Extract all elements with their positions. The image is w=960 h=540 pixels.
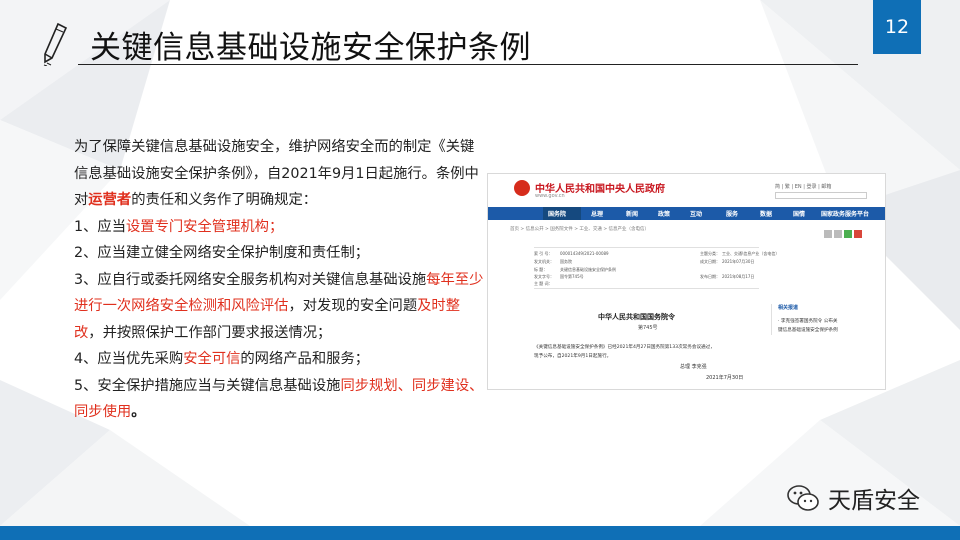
body-text: 为了保障关键信息基础设施安全，维护网络安全而的制定《关键信息基础设施安全保护条例… [74,134,486,426]
list-item-3: 3、应自行或委托网络安全服务机构对关键信息基础设施每年至少进行一次网络安全检测和… [74,271,484,341]
intro-paragraph: 为了保障关键信息基础设施安全，维护网络安全而的制定《关键信息基础设施安全保护条例… [74,139,479,208]
nav-item: 总理 [591,211,604,218]
list-item-4: 4、应当优先采购安全可信的网络产品和服务； [74,351,370,367]
gov-site-url: www.gov.cn [535,193,565,199]
doc-number: 第745号 [638,325,658,331]
slide-title: 关键信息基础设施安全保护条例 [90,30,531,66]
nav-item: 政策 [658,211,671,218]
nav-item: 数据 [760,211,773,218]
gov-header: 中华人民共和国中央人民政府 www.gov.cn 简 | 繁 | EN | 登录… [488,174,885,206]
doc-meta-table: 索 引 号： 000014349/2021-00089 发文机关： 国务院 标 … [534,247,779,289]
related-reports: 相关报道 · 李克强签署国务院令 公布关 键信息基础设施安全保护条例 [771,304,871,335]
national-emblem-icon [514,180,530,196]
nav-item: 新闻 [626,211,639,218]
title-underline [78,64,858,65]
gov-search-box [775,192,867,199]
wechat-logo-icon [787,485,819,511]
watermark-text: 天盾安全 [828,488,920,514]
pencil-icon [43,22,68,66]
list-item-5: 5、安全保护措施应当与关键信息基础设施同步规划、同步建设、同步使用。 [74,377,484,421]
print-icon [824,230,832,238]
nav-item: 国务院 [548,211,567,218]
doc-title: 中华人民共和国国务院令 [598,313,675,321]
weibo-icon [854,230,862,238]
highlight-operator: 运营者 [88,192,132,208]
share-icons [824,223,870,238]
nav-item: 服务 [726,211,739,218]
nav-item: 国情 [793,211,806,218]
nav-item: 互动 [690,211,703,218]
nav-item: 国家政务服务平台 [821,211,870,218]
page-number-badge: 12 [873,0,921,54]
watermark: 天盾安全 [786,483,920,514]
gov-breadcrumb: 首页 > 信息公开 > 国务院文件 > 工业、交通 > 信息产业（含电信） [510,227,650,232]
list-item-1: 1、应当设置专门安全管理机构； [74,218,284,235]
gov-top-links: 简 | 繁 | EN | 登录 | 邮箱 [775,184,832,190]
related-item: 键信息基础设施安全保护条例 [778,328,838,333]
related-heading: 相关报道 [778,305,799,311]
doc-body: 《关键信息基础设施安全保护条例》已经2021年4月27日国务院第133次常务会议… [534,345,715,359]
slide: 关键信息基础设施安全保护条例 12 为了保障关键信息基础设施安全，维护网络安全而… [0,0,960,540]
doc-date: 2021年7月30日 [706,375,744,381]
wechat-icon [844,230,852,238]
related-item: · 李克强签署国务院令 公布关 [778,319,838,324]
doc-signature: 总理 李克强 [680,364,707,370]
list-item-2: 2、应当建立健全网络安全保护制度和责任制； [74,245,370,261]
gov-nav-bar: 国务院 总理 新闻 政策 互动 服务 数据 国情 国家政务服务平台 [488,207,885,220]
bottom-bar [0,526,960,540]
font-size-icon [834,230,842,238]
gov-website-screenshot: 中华人民共和国中央人民政府 www.gov.cn 简 | 繁 | EN | 登录… [487,173,886,390]
